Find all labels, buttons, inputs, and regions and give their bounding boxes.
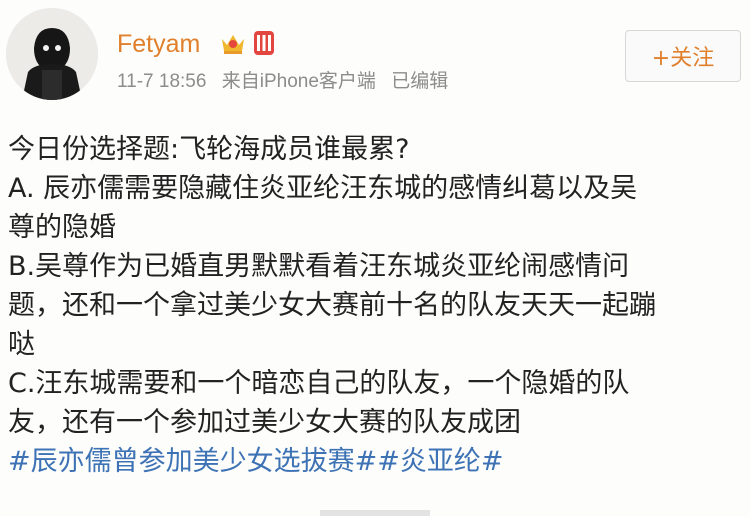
- post-line-7: C.汪东城需要和一个暗恋自己的队友，一个隐婚的队: [8, 368, 630, 399]
- post-content: 今日份选择题:飞轮海成员谁最累? A. 辰亦儒需要隐藏住炎亚纶汪东城的感情纠葛以…: [8, 130, 743, 481]
- post-line-8: 友，还有一个参加过美少女大赛的队友成团: [8, 407, 521, 438]
- post-line-5: 题，还和一个拿过美少女大赛前十名的队友天天一起蹦: [8, 290, 656, 321]
- follow-button[interactable]: +关注: [625, 30, 741, 82]
- post-line-4: B.吴尊作为已婚直男默默看着汪东城炎亚纶闹感情问: [8, 251, 630, 282]
- post-meta: 11-7 18:56 来自iPhone客户端 已编辑: [117, 66, 458, 93]
- username[interactable]: Fetyam: [117, 30, 200, 59]
- post-source[interactable]: 来自iPhone客户端: [222, 71, 376, 92]
- crown-badge-icon: [222, 35, 244, 54]
- edited-label: 已编辑: [391, 71, 449, 92]
- vip-member-icon: [254, 31, 274, 55]
- post-line-3: 尊的隐婚: [8, 212, 116, 243]
- topic-links[interactable]: #辰亦儒曾参加美少女选拔赛##炎亚纶#: [8, 442, 743, 481]
- bottom-divider: [320, 510, 430, 516]
- post-time[interactable]: 11-7 18:56: [117, 71, 206, 92]
- avatar[interactable]: [6, 8, 98, 100]
- post-line-2: A. 辰亦儒需要隐藏住炎亚纶汪东城的感情纠葛以及吴: [8, 173, 638, 204]
- avatar-image: [6, 8, 98, 100]
- post-line-6: 哒: [8, 329, 35, 360]
- post-line-1: 今日份选择题:飞轮海成员谁最累?: [8, 134, 410, 165]
